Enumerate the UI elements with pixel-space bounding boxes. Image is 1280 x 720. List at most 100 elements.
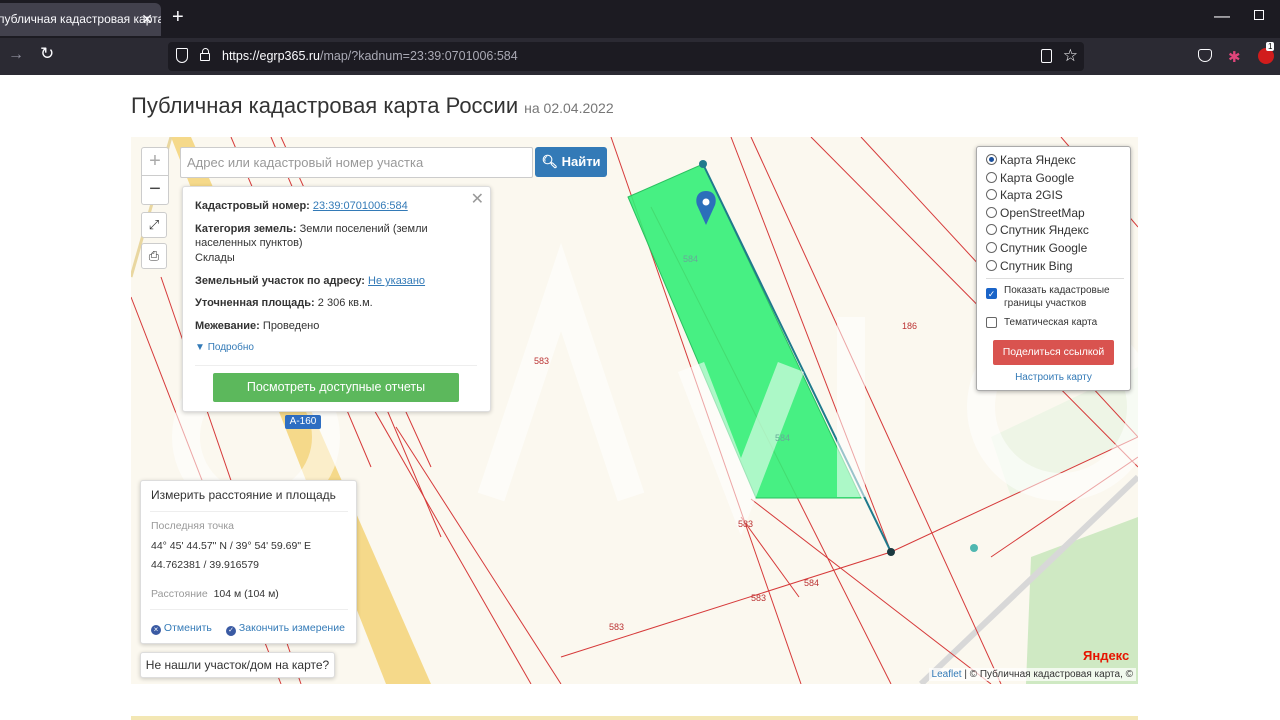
details-label: Подробно [207,342,254,353]
page-date: на 02.04.2022 [524,100,614,116]
forward-icon[interactable]: → [8,46,24,64]
selected-parcel[interactable] [627,163,862,499]
distance-row: Расстояние 104 м (104 м) [151,588,279,600]
parcel-info-popup: ✕ Кадастровый номер: 23:39:0701006:584 К… [182,186,491,412]
leaflet-link[interactable]: Leaflet [932,669,962,680]
extension-badge: 1 [1266,42,1275,51]
extension-icon[interactable]: ✱ [1228,48,1241,66]
search-icon: 🔍︎ [541,154,558,169]
measure-start-point[interactable] [699,160,707,168]
yandex-logo: Яндекс [1083,648,1129,663]
map-attribution: Leaflet | © Публичная кадастровая карта,… [928,668,1136,681]
measure-title: Измерить расстояние и площадь [151,488,336,502]
zoom-out-button[interactable]: − [142,176,168,204]
new-tab-button[interactable]: + [172,6,184,29]
layer-label: Спутник Google [1000,241,1088,255]
parcel-label: 186 [902,321,918,331]
thematic-map-checkbox[interactable] [986,317,997,328]
layer-option[interactable]: Спутник Google [986,239,1087,257]
cancel-icon: × [151,625,161,635]
divider [986,278,1124,279]
address-row: Земельный участок по адресу: Не указано [195,274,485,288]
radio-icon [986,154,997,165]
browser-tab-bar: публичная кадастровая карта ✕ + — [0,0,1280,38]
show-borders-checkbox[interactable]: ✓ [986,288,997,299]
category-row: Категория земель: Земли поселений (земли… [195,222,485,250]
layer-option[interactable]: Спутник Bing [986,257,1073,275]
print-button[interactable]: ⎙ [141,243,167,269]
measure-panel: Измерить расстояние и площадь Последняя … [140,480,357,644]
distance-value: 104 м (104 м) [213,588,279,600]
tab-title: публичная кадастровая карта [0,12,161,26]
layer-option[interactable]: Карта 2GIS [986,186,1063,204]
radio-icon [986,172,997,183]
share-link-button[interactable]: Поделиться ссылкой [993,340,1114,365]
parcel-label: 583 [738,519,754,529]
printer-icon: ⎙ [148,248,160,263]
page-title-text: Публичная кадастровая карта России [131,93,519,118]
minimize-icon[interactable]: — [1214,8,1230,26]
cancel-measure-button[interactable]: × Отменить [151,622,212,635]
browser-tab[interactable]: публичная кадастровая карта ✕ [0,3,161,36]
survey-value: Проведено [262,320,320,332]
measure-end-point[interactable] [887,548,895,556]
finish-label: Закончить измерение [238,622,345,634]
layer-option[interactable]: Карта Google [986,169,1074,187]
divider [150,511,348,512]
layer-option[interactable]: Спутник Яндекс [986,221,1089,239]
details-link[interactable]: ▼ Подробно [195,341,485,355]
layer-label: OpenStreetMap [1000,206,1085,220]
divider [150,609,348,610]
yandex-logo-text: Яндекс [1083,648,1130,663]
parcel-label: 584 [683,254,699,264]
lock-icon[interactable] [200,48,210,61]
map-canvas[interactable]: 584 584 583 583 583 583 584 186 А-160 + … [131,137,1138,684]
finish-measure-button[interactable]: ✓ Закончить измерение [226,622,345,636]
layer-label: Карта Google [1000,171,1075,185]
cad-number-row: Кадастровый номер: 23:39:0701006:584 [195,199,485,213]
parcel-label: 583 [609,622,625,632]
area-label: Уточненная площадь: [195,297,315,309]
search-input[interactable]: Адрес или кадастровый номер участка [180,147,533,178]
shield-icon[interactable] [176,48,188,63]
area-row: Уточненная площадь: 2 306 кв.м. [195,296,485,310]
address-label: Земельный участок по адресу: [195,275,365,287]
configure-map-link[interactable]: Настроить карту [977,372,1130,383]
cad-number-link[interactable]: 23:39:0701006:584 [313,200,408,212]
fullscreen-button[interactable]: ⤢ [141,212,167,238]
layer-option[interactable]: Карта Яндекс [986,151,1076,169]
road-label: А-160 [285,415,321,429]
search-button[interactable]: 🔍︎ Найти [535,147,607,177]
url-path: /map/?kadnum=23:39:0701006:584 [319,49,518,63]
address-bar[interactable]: https://egrp365.ru/map/?kadnum=23:39:070… [168,42,1084,71]
coords-dms: 44° 45' 44.57" N / 39° 54' 59.69" E [151,540,311,552]
check-icon: ✓ [226,626,236,636]
show-borders-label: Показать кадастровые границы участков [1004,285,1110,309]
layer-label: Карта Яндекс [1000,153,1076,167]
address-link[interactable]: Не указано [368,275,425,287]
browser-nav-bar: → ↻ https://egrp365.ru/map/?kadnum=23:39… [0,38,1280,75]
layer-label: Спутник Bing [1000,259,1073,273]
expand-icon: ⤢ [148,217,160,232]
view-reports-button[interactable]: Посмотреть доступные отчеты [213,373,459,402]
parcel-label: 583 [534,356,550,366]
last-point-label: Последняя точка [151,520,235,532]
zoom-in-button[interactable]: + [142,148,168,176]
area-value: 2 306 кв.м. [317,297,373,309]
reload-icon[interactable]: ↻ [40,44,54,64]
radio-icon [986,207,997,218]
restore-icon[interactable] [1254,10,1264,20]
reader-view-icon[interactable] [1041,49,1052,63]
divider [195,365,477,366]
layer-option[interactable]: OpenStreetMap [986,204,1085,222]
cancel-label: Отменить [163,622,212,634]
pocket-icon[interactable] [1198,49,1212,62]
bookmark-star-icon[interactable]: ☆ [1063,46,1078,66]
map-point[interactable] [970,544,978,552]
parcel-label: 583 [751,593,767,603]
url-text[interactable]: https://egrp365.ru/map/?kadnum=23:39:070… [222,49,518,63]
not-found-button[interactable]: Не нашли участок/дом на карте? [140,652,335,678]
page-footer-strip [131,716,1138,720]
thematic-map-label: Тематическая карта [1004,317,1098,328]
tab-close-icon[interactable]: ✕ [141,3,153,36]
